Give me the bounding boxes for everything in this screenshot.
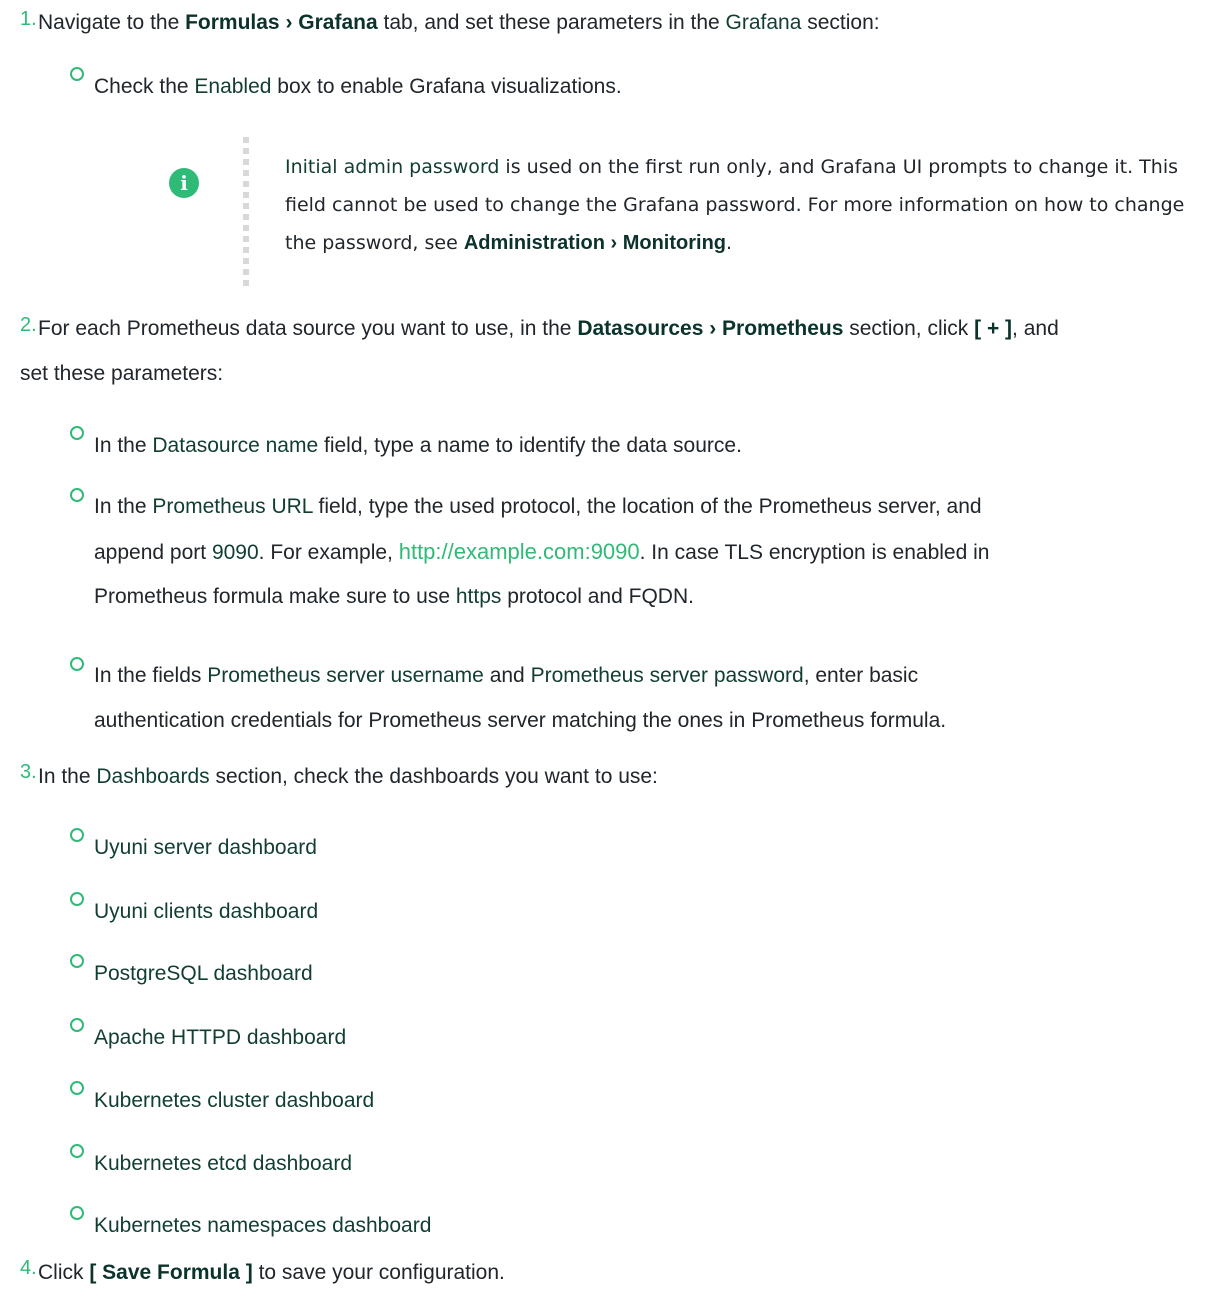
ui-term: Prometheus URL	[152, 495, 313, 518]
sub-step-text: In the Prometheus URL field, type the us…	[94, 495, 982, 518]
add-button-label: [ + ]	[974, 317, 1013, 340]
circle-bullet-icon	[70, 1081, 84, 1095]
info-icon: i	[169, 168, 199, 198]
example-url-link[interactable]: http://example.com:9090	[399, 539, 640, 564]
dashboard-item: Kubernetes namespaces dashboard	[94, 1214, 432, 1237]
circle-bullet-icon	[70, 426, 84, 440]
step-number: 1.	[20, 8, 37, 30]
ui-term: Dashboards	[96, 765, 210, 788]
circle-bullet-icon	[70, 892, 84, 906]
ui-term: Datasource name	[152, 434, 319, 457]
dashboard-item: PostgreSQL dashboard	[94, 962, 313, 985]
step-number: 4.	[20, 1257, 37, 1279]
step-text: For each Prometheus data source you want…	[38, 317, 1059, 340]
dashboard-item: Uyuni server dashboard	[94, 836, 317, 859]
circle-bullet-icon	[70, 828, 84, 842]
menu-path: Administration › Monitoring	[463, 232, 727, 254]
sub-step-text-continued: Prometheus formula make sure to use http…	[94, 585, 694, 608]
ui-term: Grafana	[725, 11, 802, 34]
step-text-continued: set these parameters:	[20, 362, 224, 385]
note-text: Initial admin password is used on the fi…	[285, 156, 1185, 254]
sub-step-text: Check the Enabled box to enable Grafana …	[94, 75, 622, 98]
step-text: Navigate to the Formulas › Grafana tab, …	[38, 11, 880, 34]
save-formula-button-label: [ Save Formula ]	[89, 1261, 253, 1284]
step-number: 2.	[20, 314, 37, 336]
dashboard-item: Apache HTTPD dashboard	[94, 1026, 347, 1049]
document-body: 1. Navigate to the Formulas › Grafana ta…	[0, 0, 1220, 1296]
menu-path: Datasources › Prometheus	[577, 317, 844, 340]
sub-step-text-continued: authentication credentials for Prometheu…	[94, 709, 947, 732]
circle-bullet-icon	[70, 657, 84, 671]
ui-term: 9090	[211, 541, 259, 564]
circle-bullet-icon	[70, 1018, 84, 1032]
dashboard-item: Kubernetes etcd dashboard	[94, 1152, 353, 1175]
note-divider	[243, 137, 249, 287]
ui-term: Enabled	[194, 75, 272, 98]
sub-step-text-continued: append port 9090. For example, http://ex…	[94, 539, 990, 564]
ui-term: Initial admin password	[285, 156, 500, 178]
step-text: In the Dashboards section, check the das…	[38, 765, 658, 788]
ui-term: Prometheus server username	[207, 664, 484, 687]
ui-term: https	[455, 585, 502, 608]
dashboard-item: Kubernetes cluster dashboard	[94, 1089, 375, 1112]
step-text: Click [ Save Formula ] to save your conf…	[38, 1261, 505, 1284]
sub-step-text: In the fields Prometheus server username…	[94, 664, 919, 687]
ui-term: Prometheus server password	[530, 664, 804, 687]
circle-bullet-icon	[70, 1206, 84, 1220]
step-number: 3.	[20, 761, 37, 783]
circle-bullet-icon	[70, 67, 84, 81]
dashboard-item: Uyuni clients dashboard	[94, 900, 319, 923]
sub-step-text: In the Datasource name field, type a nam…	[94, 434, 742, 457]
circle-bullet-icon	[70, 954, 84, 968]
circle-bullet-icon	[70, 488, 84, 502]
menu-path: Formulas › Grafana	[185, 11, 378, 34]
circle-bullet-icon	[70, 1144, 84, 1158]
